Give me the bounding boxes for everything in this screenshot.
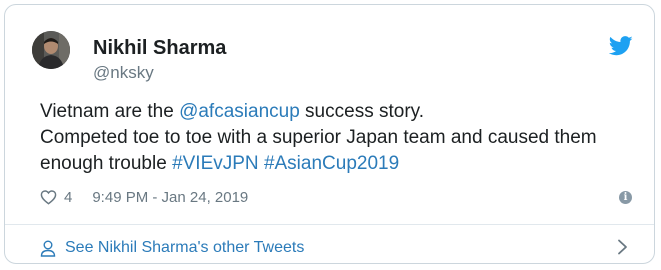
tweet-card: Nikhil Sharma @nksky Vietnam are the @af… [4,4,655,264]
author-handle[interactable]: @nksky [93,63,154,83]
timestamp[interactable]: 9:49 PM - Jan 24, 2019 [92,189,248,206]
other-tweets-link[interactable]: See Nikhil Sharma's other Tweets [40,237,304,259]
text-segment: Vietnam are the [40,101,180,122]
person-icon [40,240,56,257]
heart-icon[interactable] [40,189,57,205]
tweet-text: Vietnam are the @afcasiancup success sto… [40,99,640,177]
info-icon[interactable]: i [619,191,632,204]
tweet-text-line-2: Competed toe to toe with a superior Japa… [40,127,597,148]
avatar[interactable] [32,31,70,69]
divider [5,224,654,225]
text-segment: success story. [299,101,425,122]
chevron-right-icon[interactable] [617,239,629,255]
like-count[interactable]: 4 [64,189,72,206]
twitter-bird-icon[interactable] [609,36,633,56]
hashtag-link-asiancup2019[interactable]: #AsianCup2019 [264,153,399,174]
tweet-text-line-1: Vietnam are the @afcasiancup success sto… [40,99,640,125]
avatar-photo [32,31,70,69]
author-name[interactable]: Nikhil Sharma [93,37,226,60]
mention-link[interactable]: @afcasiancup [179,101,300,122]
hashtag-link-vievjpn[interactable]: #VIEvJPN [172,153,259,174]
tweet-text-line-3: enough trouble #VIEvJPN #AsianCup2019 [40,151,640,177]
tweet-meta: 4 9:49 PM - Jan 24, 2019 [40,187,248,207]
text-segment: enough trouble [40,153,173,174]
other-tweets-label[interactable]: See Nikhil Sharma's other Tweets [65,239,304,257]
